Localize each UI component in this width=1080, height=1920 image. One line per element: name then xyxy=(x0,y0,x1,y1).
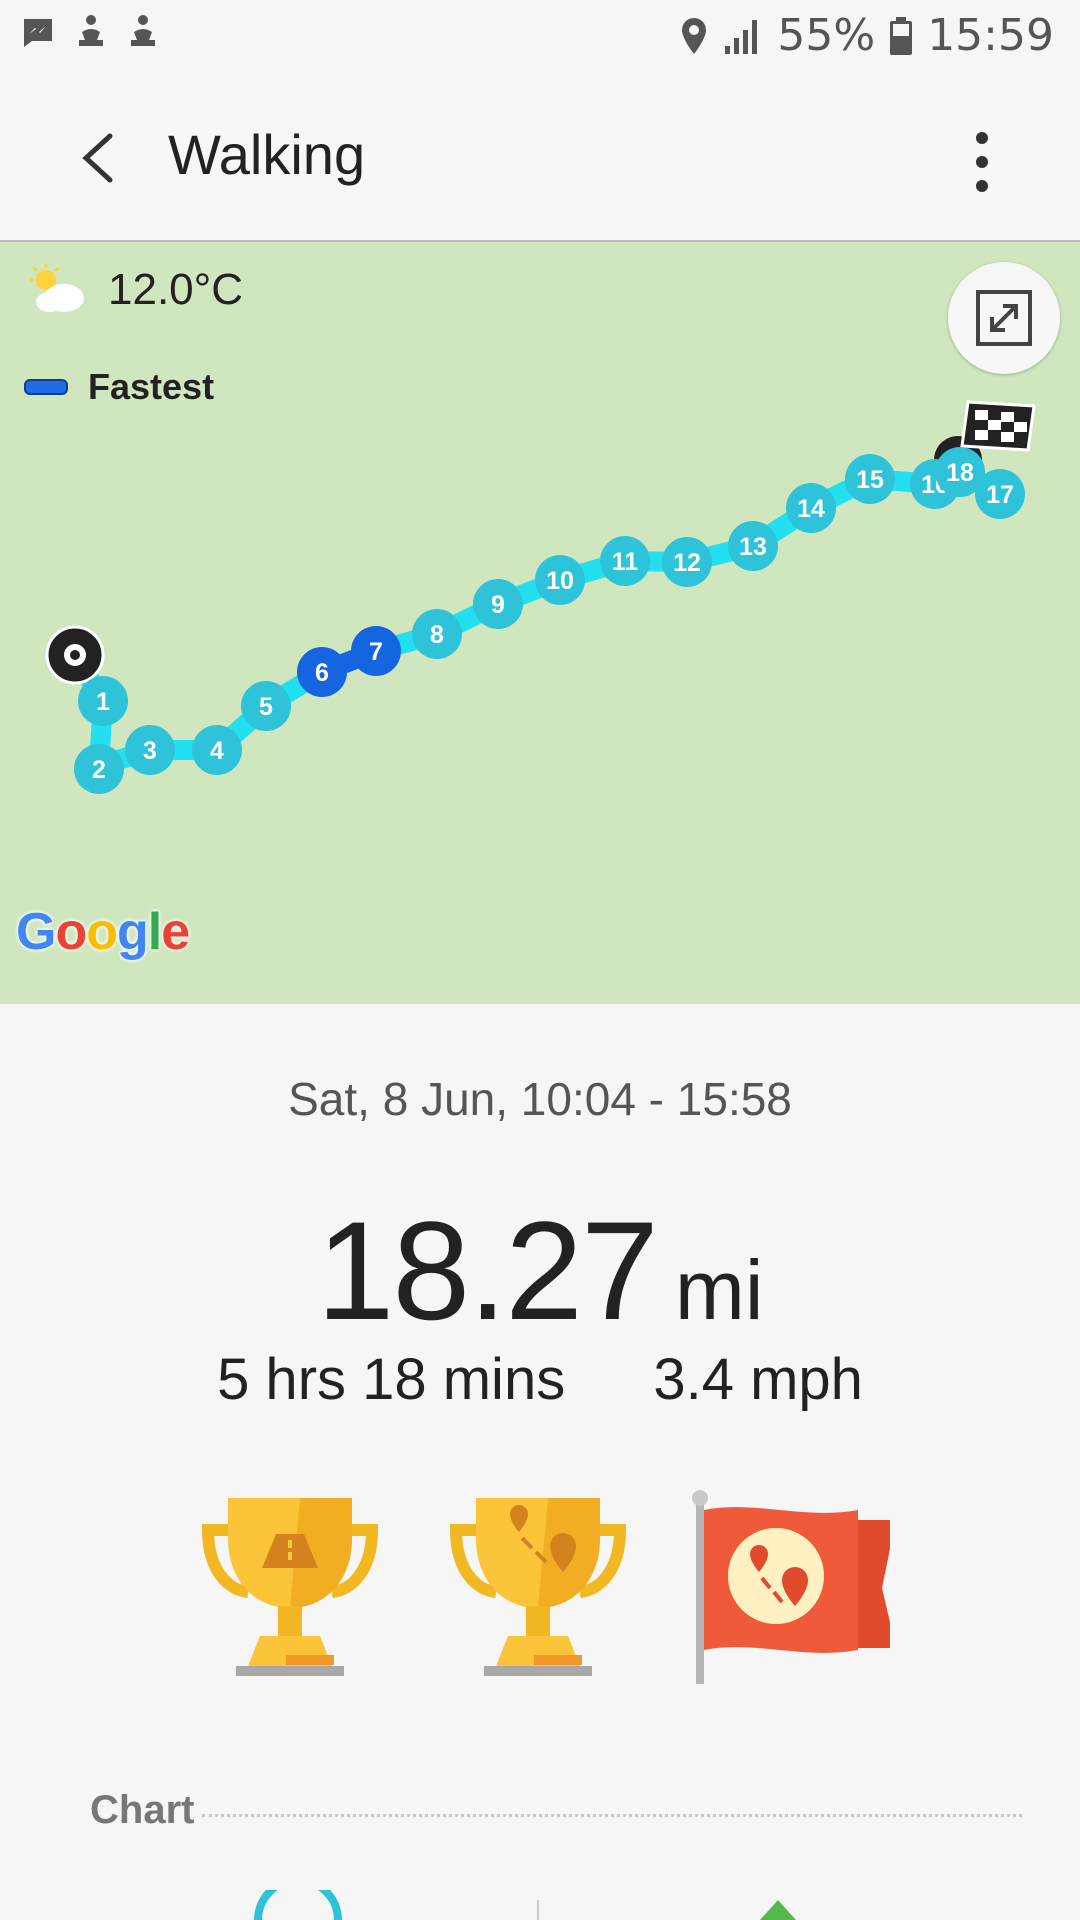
battery-icon xyxy=(890,16,913,55)
distance-value: 18.27 xyxy=(316,1192,659,1349)
map-legend: Fastest xyxy=(24,366,214,408)
app-bar: Walking xyxy=(0,74,1080,242)
route-marker-13[interactable]: 13 xyxy=(728,521,778,571)
route-marker-17[interactable]: 17 xyxy=(975,469,1025,519)
distance-display: 18.27 mi xyxy=(0,1190,1080,1352)
route-marker-label: 18 xyxy=(946,459,974,487)
route-marker-label: 7 xyxy=(369,638,383,666)
workout-duration: 5 hrs 18 mins xyxy=(217,1347,566,1412)
route-marker-15[interactable]: 15 xyxy=(845,454,895,504)
legend-label: Fastest xyxy=(88,366,215,407)
route-marker-12[interactable]: 12 xyxy=(662,537,712,587)
route-marker-label: 1 xyxy=(96,688,110,716)
route-marker-label: 13 xyxy=(739,533,767,561)
distance-trophy-icon[interactable] xyxy=(190,1490,390,1690)
temperature: 12.0°C xyxy=(108,265,244,314)
route-markers: 123 4567891011 12131415 161817 xyxy=(74,447,1025,794)
route-marker-label: 9 xyxy=(491,591,505,619)
route-marker-label: 4 xyxy=(210,737,224,765)
route-marker-8[interactable]: 8 xyxy=(412,609,462,659)
weather-info: 12.0°C xyxy=(28,264,243,316)
fitness-icon xyxy=(131,15,155,46)
route-marker-10[interactable]: 10 xyxy=(535,555,585,605)
route-line xyxy=(65,462,1010,776)
route-marker-11[interactable]: 11 xyxy=(600,536,650,586)
awards-row xyxy=(180,1490,900,1690)
workout-speed: 3.4 mph xyxy=(653,1347,863,1412)
back-arrow-icon[interactable] xyxy=(74,128,122,188)
status-notifications xyxy=(20,14,160,52)
route-marker-14[interactable]: 14 xyxy=(786,483,836,533)
route-trophy-icon[interactable] xyxy=(438,1490,638,1690)
workout-date-range: Sat, 8 Jun, 10:04 - 15:58 xyxy=(288,1073,792,1125)
section-divider xyxy=(202,1814,1022,1817)
workout-stats: 5 hrs 18 mins 3.4 mph xyxy=(0,1346,1080,1413)
status-bar: 55% 15:59 xyxy=(0,0,1080,74)
route-marker-1[interactable]: 1 xyxy=(78,676,128,726)
route-marker-5[interactable]: 5 xyxy=(241,681,291,731)
route-marker-4[interactable]: 4 xyxy=(192,725,242,775)
route-path: 123 4567891011 12131415 161817 xyxy=(45,400,1036,794)
expand-map-button[interactable] xyxy=(948,262,1060,374)
start-marker[interactable] xyxy=(45,625,105,685)
distance-unit: mi xyxy=(674,1243,764,1337)
expand-icon xyxy=(976,290,1032,346)
chart-section: Chart xyxy=(90,1788,1030,1848)
messenger-icon xyxy=(24,19,52,47)
route-marker-label: 2 xyxy=(92,756,106,784)
status-system: 55% 15:59 xyxy=(679,10,1054,61)
route-marker-label: 11 xyxy=(612,548,639,576)
location-icon xyxy=(682,17,707,54)
route-marker-label: 6 xyxy=(315,659,329,687)
route-map[interactable]: 1 2 3 4 5 6 7 8 9 10 11 12 13 14 15 16 18 17 12.0°C Faste… xyxy=(0,242,1080,1004)
more-vert-icon[interactable] xyxy=(966,130,998,194)
route-marker-label: 5 xyxy=(259,693,273,721)
route-marker-3[interactable]: 3 xyxy=(125,725,175,775)
partly-sunny-icon xyxy=(30,264,84,312)
google-logo: Google xyxy=(16,903,190,961)
route-marker-9[interactable]: 9 xyxy=(473,579,523,629)
legend-swatch-fastest xyxy=(24,379,68,395)
signal-icon xyxy=(725,19,758,54)
chart-section-title: Chart xyxy=(90,1788,195,1832)
route-flag-icon[interactable] xyxy=(690,1490,890,1690)
route-marker-label: 3 xyxy=(143,737,157,765)
page-title: Walking xyxy=(168,123,366,186)
route-marker-6[interactable]: 6 xyxy=(297,647,347,697)
status-time: 15:59 xyxy=(927,10,1054,61)
route-marker-label: 14 xyxy=(797,495,825,523)
route-marker-7[interactable]: 7 xyxy=(351,626,401,676)
route-marker-label: 12 xyxy=(673,549,701,577)
fitness-icon xyxy=(79,15,103,46)
route-marker-label: 17 xyxy=(986,481,1014,509)
route-marker-2[interactable]: 2 xyxy=(74,744,124,794)
route-marker-label: 15 xyxy=(856,466,884,494)
route-marker-label: 8 xyxy=(430,621,444,649)
route-marker-label: 10 xyxy=(546,567,574,595)
battery-percent: 55% xyxy=(777,10,876,61)
chart-preview-icons xyxy=(254,1890,796,1920)
